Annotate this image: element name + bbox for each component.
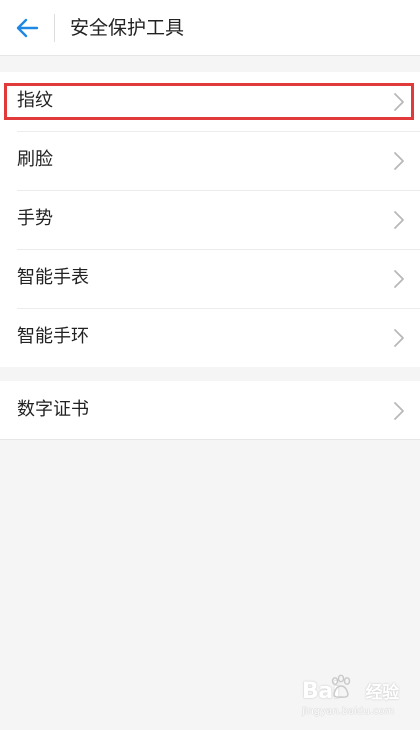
list-item-fingerprint[interactable]: 指纹 bbox=[0, 72, 420, 131]
list-item-smartwatch[interactable]: 智能手表 bbox=[0, 249, 420, 308]
certificate-list: 数字证书 bbox=[0, 381, 420, 440]
divider bbox=[0, 439, 420, 440]
list-item-label: 刷脸 bbox=[17, 149, 53, 170]
list-item-label: 手势 bbox=[17, 208, 53, 229]
list-item-face[interactable]: 刷脸 bbox=[0, 131, 420, 190]
chevron-right-icon bbox=[394, 270, 404, 288]
watermark-url: jingyan.baidu.com bbox=[302, 706, 395, 717]
list-item-smartband[interactable]: 智能手环 bbox=[0, 308, 420, 367]
security-tools-list: 指纹 刷脸 手势 智能手表 智能手环 bbox=[0, 72, 420, 367]
paw-icon bbox=[331, 674, 351, 698]
list-item-digital-certificate[interactable]: 数字证书 bbox=[0, 381, 420, 440]
back-arrow-icon bbox=[16, 18, 39, 38]
list-item-gesture[interactable]: 手势 bbox=[0, 190, 420, 249]
chevron-right-icon bbox=[394, 211, 404, 229]
page-title: 安全保护工具 bbox=[70, 17, 185, 39]
list-item-label: 智能手环 bbox=[17, 326, 89, 347]
list-item-label: 指纹 bbox=[17, 90, 53, 111]
header-bar: 安全保护工具 bbox=[0, 0, 420, 56]
watermark: Bai 经验 jingyan.baidu.com bbox=[302, 672, 412, 722]
highlight-box bbox=[4, 83, 414, 120]
header-divider bbox=[54, 14, 55, 42]
list-item-label: 智能手表 bbox=[17, 267, 89, 288]
list-item-label: 数字证书 bbox=[17, 399, 89, 420]
chevron-right-icon bbox=[394, 93, 404, 111]
chevron-right-icon bbox=[394, 402, 404, 420]
chevron-right-icon bbox=[394, 329, 404, 347]
back-button[interactable] bbox=[10, 10, 44, 46]
chevron-right-icon bbox=[394, 152, 404, 170]
